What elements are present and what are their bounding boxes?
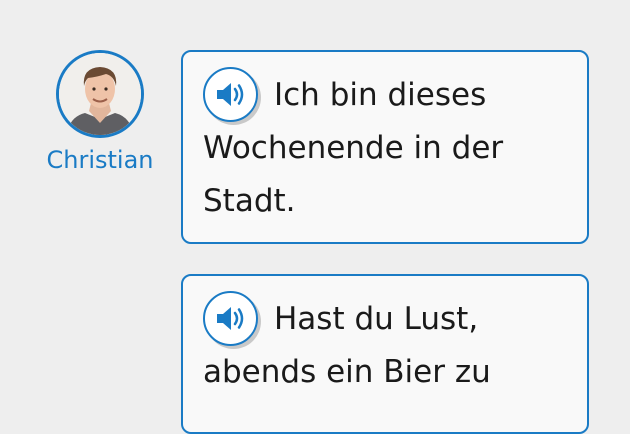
- message-text-line: Wochenende in der: [203, 130, 504, 166]
- message-bubble: Hast du Lust, abends ein Bier zu: [181, 274, 589, 434]
- message-bubble: Ich bin dieses Wochenende in der Stadt.: [181, 50, 589, 244]
- play-audio-button[interactable]: [203, 67, 261, 125]
- message-text-line: Stadt.: [203, 183, 296, 219]
- message-line: Hast du Lust,: [203, 291, 567, 349]
- speaker-volume-icon: [217, 307, 244, 330]
- speaker-name: Christian: [46, 146, 154, 174]
- message-text-line: Ich bin dieses: [274, 77, 487, 113]
- message-line: Ich bin dieses: [203, 67, 567, 125]
- speaker-avatar: [56, 50, 144, 138]
- message-text-line: Hast du Lust,: [274, 301, 479, 337]
- play-audio-button[interactable]: [203, 291, 261, 349]
- person-photo-icon: [59, 53, 141, 135]
- speaker-volume-icon: [217, 83, 244, 106]
- message-text-line: abends ein Bier zu: [203, 354, 491, 390]
